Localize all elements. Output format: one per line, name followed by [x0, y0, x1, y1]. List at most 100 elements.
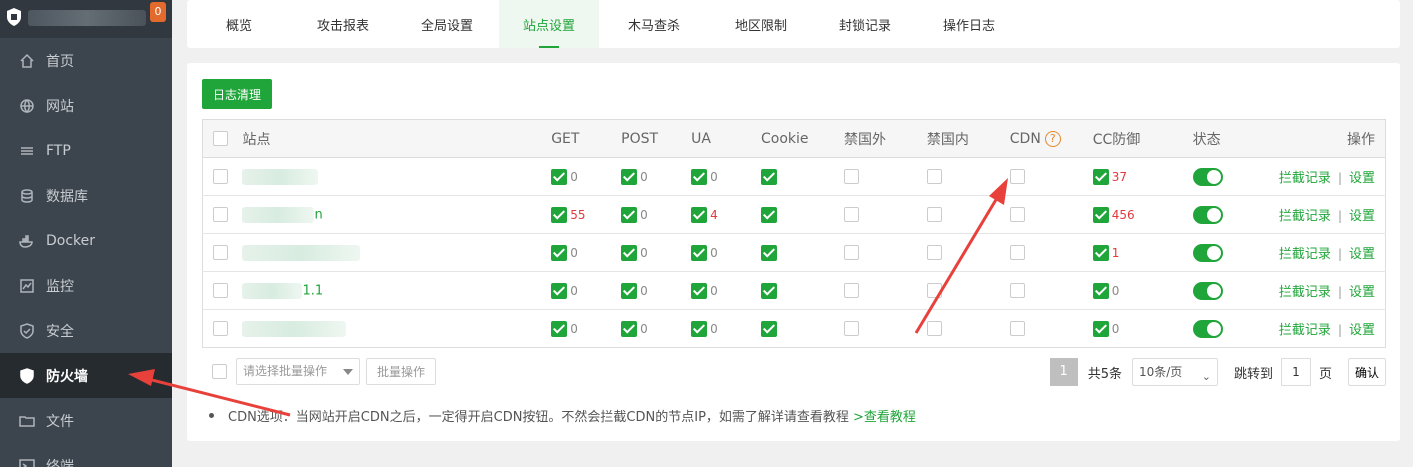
status-toggle[interactable]	[1192, 167, 1223, 186]
jump-confirm-button[interactable]: 确认	[1348, 358, 1386, 386]
site-name-blurred[interactable]	[242, 244, 361, 261]
block-domestic-checkbox[interactable]	[926, 321, 942, 336]
tab-region-limit[interactable]: 地区限制	[709, 0, 813, 48]
get-checkbox[interactable]	[551, 206, 568, 223]
site-name-blurred[interactable]	[242, 168, 319, 185]
cc-checkbox[interactable]	[1092, 244, 1109, 261]
block-foreign-checkbox[interactable]	[843, 245, 859, 260]
cookie-checkbox[interactable]	[761, 206, 778, 223]
sidebar-item-files[interactable]: 文件	[0, 398, 172, 443]
row-checkbox[interactable]	[213, 283, 228, 298]
status-toggle[interactable]	[1192, 281, 1223, 300]
block-foreign-checkbox[interactable]	[843, 169, 859, 184]
ua-checkbox[interactable]	[691, 282, 708, 299]
block-domestic-checkbox[interactable]	[926, 245, 942, 260]
get-checkbox[interactable]	[551, 282, 568, 299]
tab-trojan-scan[interactable]: 木马查杀	[599, 0, 709, 48]
status-toggle[interactable]	[1192, 205, 1223, 224]
settings-link[interactable]: 设置	[1349, 209, 1375, 224]
intercept-log-link[interactable]: 拦截记录	[1279, 323, 1331, 338]
site-name-tail[interactable]: n	[314, 207, 322, 222]
ua-checkbox[interactable]	[691, 206, 708, 223]
get-checkbox[interactable]	[551, 244, 568, 261]
block-domestic-checkbox[interactable]	[926, 207, 942, 222]
cdn-checkbox[interactable]	[1009, 169, 1025, 184]
cdn-checkbox[interactable]	[1009, 283, 1025, 298]
post-checkbox[interactable]	[621, 244, 638, 261]
page-current[interactable]: 1	[1049, 358, 1078, 386]
cookie-checkbox[interactable]	[761, 244, 778, 261]
sidebar-item-ftp[interactable]: FTP	[0, 128, 172, 173]
post-checkbox[interactable]	[621, 206, 638, 223]
cc-checkbox[interactable]	[1092, 282, 1109, 299]
sidebar-item-security[interactable]: 安全	[0, 308, 172, 353]
sidebar: 0 首页 网站 FTP 数据库 Docker 监控 安全 防火墙 文件 终端	[0, 0, 172, 467]
cookie-checkbox[interactable]	[761, 282, 778, 299]
settings-link[interactable]: 设置	[1349, 323, 1375, 338]
intercept-log-link[interactable]: 拦截记录	[1279, 285, 1331, 300]
sidebar-item-docker[interactable]: Docker	[0, 218, 172, 263]
sidebar-item-database[interactable]: 数据库	[0, 173, 172, 218]
cc-checkbox[interactable]	[1092, 206, 1109, 223]
row-checkbox[interactable]	[213, 169, 228, 184]
status-toggle[interactable]	[1192, 243, 1223, 262]
block-foreign-checkbox[interactable]	[843, 283, 859, 298]
page-size-select[interactable]: 10条/页 ⌄	[1131, 358, 1218, 386]
status-toggle[interactable]	[1192, 319, 1223, 338]
block-foreign-checkbox[interactable]	[843, 207, 859, 222]
block-domestic-checkbox[interactable]	[926, 169, 942, 184]
post-checkbox[interactable]	[621, 168, 638, 185]
cookie-checkbox[interactable]	[761, 320, 778, 337]
site-name-blurred[interactable]	[242, 282, 303, 299]
settings-link[interactable]: 设置	[1349, 285, 1375, 300]
site-name-blurred[interactable]	[242, 320, 347, 337]
sidebar-item-terminal[interactable]: 终端	[0, 443, 172, 467]
intercept-log-link[interactable]: 拦截记录	[1279, 171, 1331, 186]
site-name-blurred[interactable]	[242, 206, 315, 223]
cdn-checkbox[interactable]	[1009, 207, 1025, 222]
sidebar-item-firewall[interactable]: 防火墙	[0, 353, 172, 398]
sidebar-item-website[interactable]: 网站	[0, 83, 172, 128]
jump-page-input[interactable]: 1	[1280, 358, 1311, 386]
view-tutorial-link[interactable]: >查看教程	[853, 406, 916, 425]
col-cdn-label: CDN	[1009, 130, 1041, 147]
get-checkbox[interactable]	[551, 168, 568, 185]
cdn-help-icon[interactable]: ?	[1044, 130, 1061, 147]
tab-block-records[interactable]: 封锁记录	[813, 0, 917, 48]
tab-operation-log[interactable]: 操作日志	[917, 0, 1021, 48]
select-all-checkbox[interactable]	[213, 131, 228, 146]
cdn-checkbox[interactable]	[1009, 245, 1025, 260]
ua-checkbox[interactable]	[691, 244, 708, 261]
batch-operation-button[interactable]: 批量操作	[366, 358, 436, 385]
tab-overview[interactable]: 概览	[187, 0, 291, 48]
cc-checkbox[interactable]	[1092, 320, 1109, 337]
intercept-log-link[interactable]: 拦截记录	[1279, 209, 1331, 224]
op-separator: |	[1337, 247, 1342, 261]
footer-select-all-checkbox[interactable]	[212, 364, 227, 379]
ua-checkbox[interactable]	[691, 320, 708, 337]
tab-site-settings[interactable]: 站点设置	[499, 0, 599, 48]
tab-global-settings[interactable]: 全局设置	[395, 0, 499, 48]
cdn-checkbox[interactable]	[1009, 321, 1025, 336]
intercept-log-link[interactable]: 拦截记录	[1279, 247, 1331, 262]
tab-attack-report[interactable]: 攻击报表	[291, 0, 395, 48]
post-checkbox[interactable]	[621, 320, 638, 337]
sidebar-item-monitor[interactable]: 监控	[0, 263, 172, 308]
sidebar-item-home[interactable]: 首页	[0, 38, 172, 83]
notification-badge[interactable]: 0	[150, 2, 166, 22]
settings-link[interactable]: 设置	[1349, 247, 1375, 262]
row-checkbox[interactable]	[213, 321, 228, 336]
log-clean-button[interactable]: 日志清理	[202, 79, 272, 109]
get-checkbox[interactable]	[551, 320, 568, 337]
batch-operation-select[interactable]: 请选择批量操作	[236, 358, 360, 385]
post-checkbox[interactable]	[621, 282, 638, 299]
block-foreign-checkbox[interactable]	[843, 321, 859, 336]
ua-checkbox[interactable]	[691, 168, 708, 185]
cookie-checkbox[interactable]	[761, 168, 778, 185]
row-checkbox[interactable]	[213, 245, 228, 260]
block-domestic-checkbox[interactable]	[926, 283, 942, 298]
site-name-tail[interactable]: 1.1	[302, 283, 323, 298]
settings-link[interactable]: 设置	[1349, 171, 1375, 186]
cc-checkbox[interactable]	[1092, 168, 1109, 185]
row-checkbox[interactable]	[213, 207, 228, 222]
